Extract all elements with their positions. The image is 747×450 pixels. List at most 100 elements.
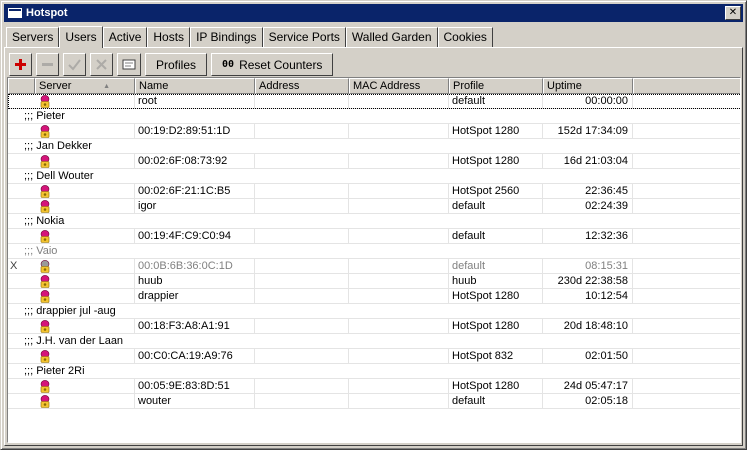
cell-address (255, 394, 349, 409)
tab-users[interactable]: Users (59, 26, 103, 48)
column-header-mac[interactable]: MAC Address (349, 78, 449, 94)
cell-profile: huub (449, 274, 543, 289)
column-header-filler (633, 78, 740, 94)
cell-profile: HotSpot 2560 (449, 184, 543, 199)
plus-icon (15, 59, 26, 70)
cell-name: 00:02:6F:21:1C:B5 (135, 184, 255, 199)
cell-name: wouter (135, 394, 255, 409)
user-icon (39, 395, 51, 408)
cell-flags (8, 289, 35, 304)
cell-address (255, 259, 349, 274)
table-row[interactable]: 00:19:D2:89:51:1D HotSpot 1280 152d 17:34:… (8, 124, 740, 139)
cell-address (255, 274, 349, 289)
table-row[interactable]: 00:02:6F:21:1C:B5 HotSpot 2560 22:36:45 (8, 184, 740, 199)
users-panel: Profiles 00 Reset Counters Server ▲ Name… (4, 47, 743, 446)
sort-arrow-icon: ▲ (103, 83, 110, 90)
cell-mac (349, 184, 449, 199)
column-header-profile[interactable]: Profile (449, 78, 543, 94)
tab-servers[interactable]: Servers (6, 27, 60, 47)
table-row[interactable]: X 00:0B:6B:36:0C:1D default 08:15:31 (8, 259, 740, 274)
cell-address (255, 124, 349, 139)
table-row[interactable]: root default 00:00:00 (8, 94, 740, 109)
cell-profile: HotSpot 1280 (449, 319, 543, 334)
user-icon (39, 320, 51, 333)
user-icon (39, 290, 51, 303)
comment-row[interactable]: ;;; Pieter (8, 109, 740, 124)
cell-mac (349, 274, 449, 289)
tab-hosts[interactable]: Hosts (147, 27, 191, 47)
cell-flags (8, 349, 35, 364)
table-row[interactable]: igor default 02:24:39 (8, 199, 740, 214)
table-row[interactable]: 00:18:F3:A8:A1:91 HotSpot 1280 20d 18:48:1… (8, 319, 740, 334)
table-row[interactable]: drappier HotSpot 1280 10:12:54 (8, 289, 740, 304)
x-icon (96, 59, 107, 70)
table-row[interactable]: wouter default 02:05:18 (8, 394, 740, 409)
table-body: root default 00:00:00;;; Pieter 00:19:D2:89… (8, 94, 740, 409)
tab-cookies[interactable]: Cookies (437, 27, 493, 47)
column-header-address[interactable]: Address (255, 78, 349, 94)
enable-button[interactable] (63, 53, 86, 76)
comment-row[interactable]: ;;; Jan Dekker (8, 139, 740, 154)
disabled-mark: X (10, 260, 18, 272)
tab-ip-bindings[interactable]: IP Bindings (190, 27, 263, 47)
cell-flags (8, 94, 35, 109)
profiles-button[interactable]: Profiles (145, 53, 208, 76)
cell-name: 00:19:D2:89:51:1D (135, 124, 255, 139)
cell-mac (349, 124, 449, 139)
column-header-name[interactable]: Name (135, 78, 255, 94)
comment-button[interactable] (117, 53, 141, 76)
cell-flags (8, 199, 35, 214)
toolbar: Profiles 00 Reset Counters (9, 53, 337, 77)
cell-mac (349, 349, 449, 364)
remove-button[interactable] (36, 53, 59, 76)
column-header-flags[interactable] (8, 78, 35, 94)
cell-name: 00:18:F3:A8:A1:91 (135, 319, 255, 334)
cell-address (255, 289, 349, 304)
cell-name: 00:05:9E:83:8D:51 (135, 379, 255, 394)
cell-address (255, 154, 349, 169)
cell-flags (8, 319, 35, 334)
cell-flags (8, 394, 35, 409)
cell-mac (349, 229, 449, 244)
user-icon (39, 380, 51, 393)
comment-row[interactable]: ;;; Nokia (8, 214, 740, 229)
cell-profile: default (449, 259, 543, 274)
cell-mac (349, 94, 449, 109)
table-row[interactable]: huub huub 230d 22:38:58 (8, 274, 740, 289)
tab-active[interactable]: Active (102, 27, 148, 47)
tab-service-ports[interactable]: Service Ports (262, 27, 346, 47)
close-button[interactable]: ✕ (725, 6, 741, 20)
table-row[interactable]: 00:02:6F:08:73:92 HotSpot 1280 16d 21:03:0… (8, 154, 740, 169)
row-comment: ;;; Vaio (24, 245, 58, 257)
comment-row[interactable]: ;;; J.H. van der Laan (8, 334, 740, 349)
comment-row[interactable]: ;;; Dell Wouter (8, 169, 740, 184)
comment-row[interactable]: ;;; Pieter 2Ri (8, 364, 740, 379)
reset-counters-icon: 00 (222, 59, 235, 70)
cell-address (255, 349, 349, 364)
column-header-uptime[interactable]: Uptime (543, 78, 633, 94)
user-icon (39, 185, 51, 198)
cell-uptime: 230d 22:38:58 (543, 274, 633, 289)
reset-counters-button[interactable]: 00 Reset Counters (211, 53, 334, 76)
tab-walled-garden[interactable]: Walled Garden (345, 27, 438, 47)
comment-row[interactable]: ;;; Vaio (8, 244, 740, 259)
cell-address (255, 379, 349, 394)
window-icon (8, 8, 22, 18)
cell-flags (8, 124, 35, 139)
tab-bar: Servers Users Active Hosts IP Bindings S… (6, 25, 493, 48)
disable-button[interactable] (90, 53, 113, 76)
add-button[interactable] (9, 53, 32, 76)
comment-row[interactable]: ;;; drappier jul -aug (8, 304, 740, 319)
cell-mac (349, 154, 449, 169)
cell-mac (349, 259, 449, 274)
cell-mac (349, 394, 449, 409)
table-row[interactable]: 00:C0:CA:19:A9:76 HotSpot 832 02:01:50 (8, 349, 740, 364)
cell-uptime: 20d 18:48:10 (543, 319, 633, 334)
cell-profile: default (449, 394, 543, 409)
table-row[interactable]: 00:19:4F:C9:C0:94 default 12:32:36 (8, 229, 740, 244)
cell-uptime: 22:36:45 (543, 184, 633, 199)
user-icon (39, 125, 51, 138)
title-bar[interactable]: Hotspot ✕ (4, 4, 743, 22)
table-row[interactable]: 00:05:9E:83:8D:51 HotSpot 1280 24d 05:47:1… (8, 379, 740, 394)
column-header-server[interactable]: Server ▲ (35, 78, 135, 94)
